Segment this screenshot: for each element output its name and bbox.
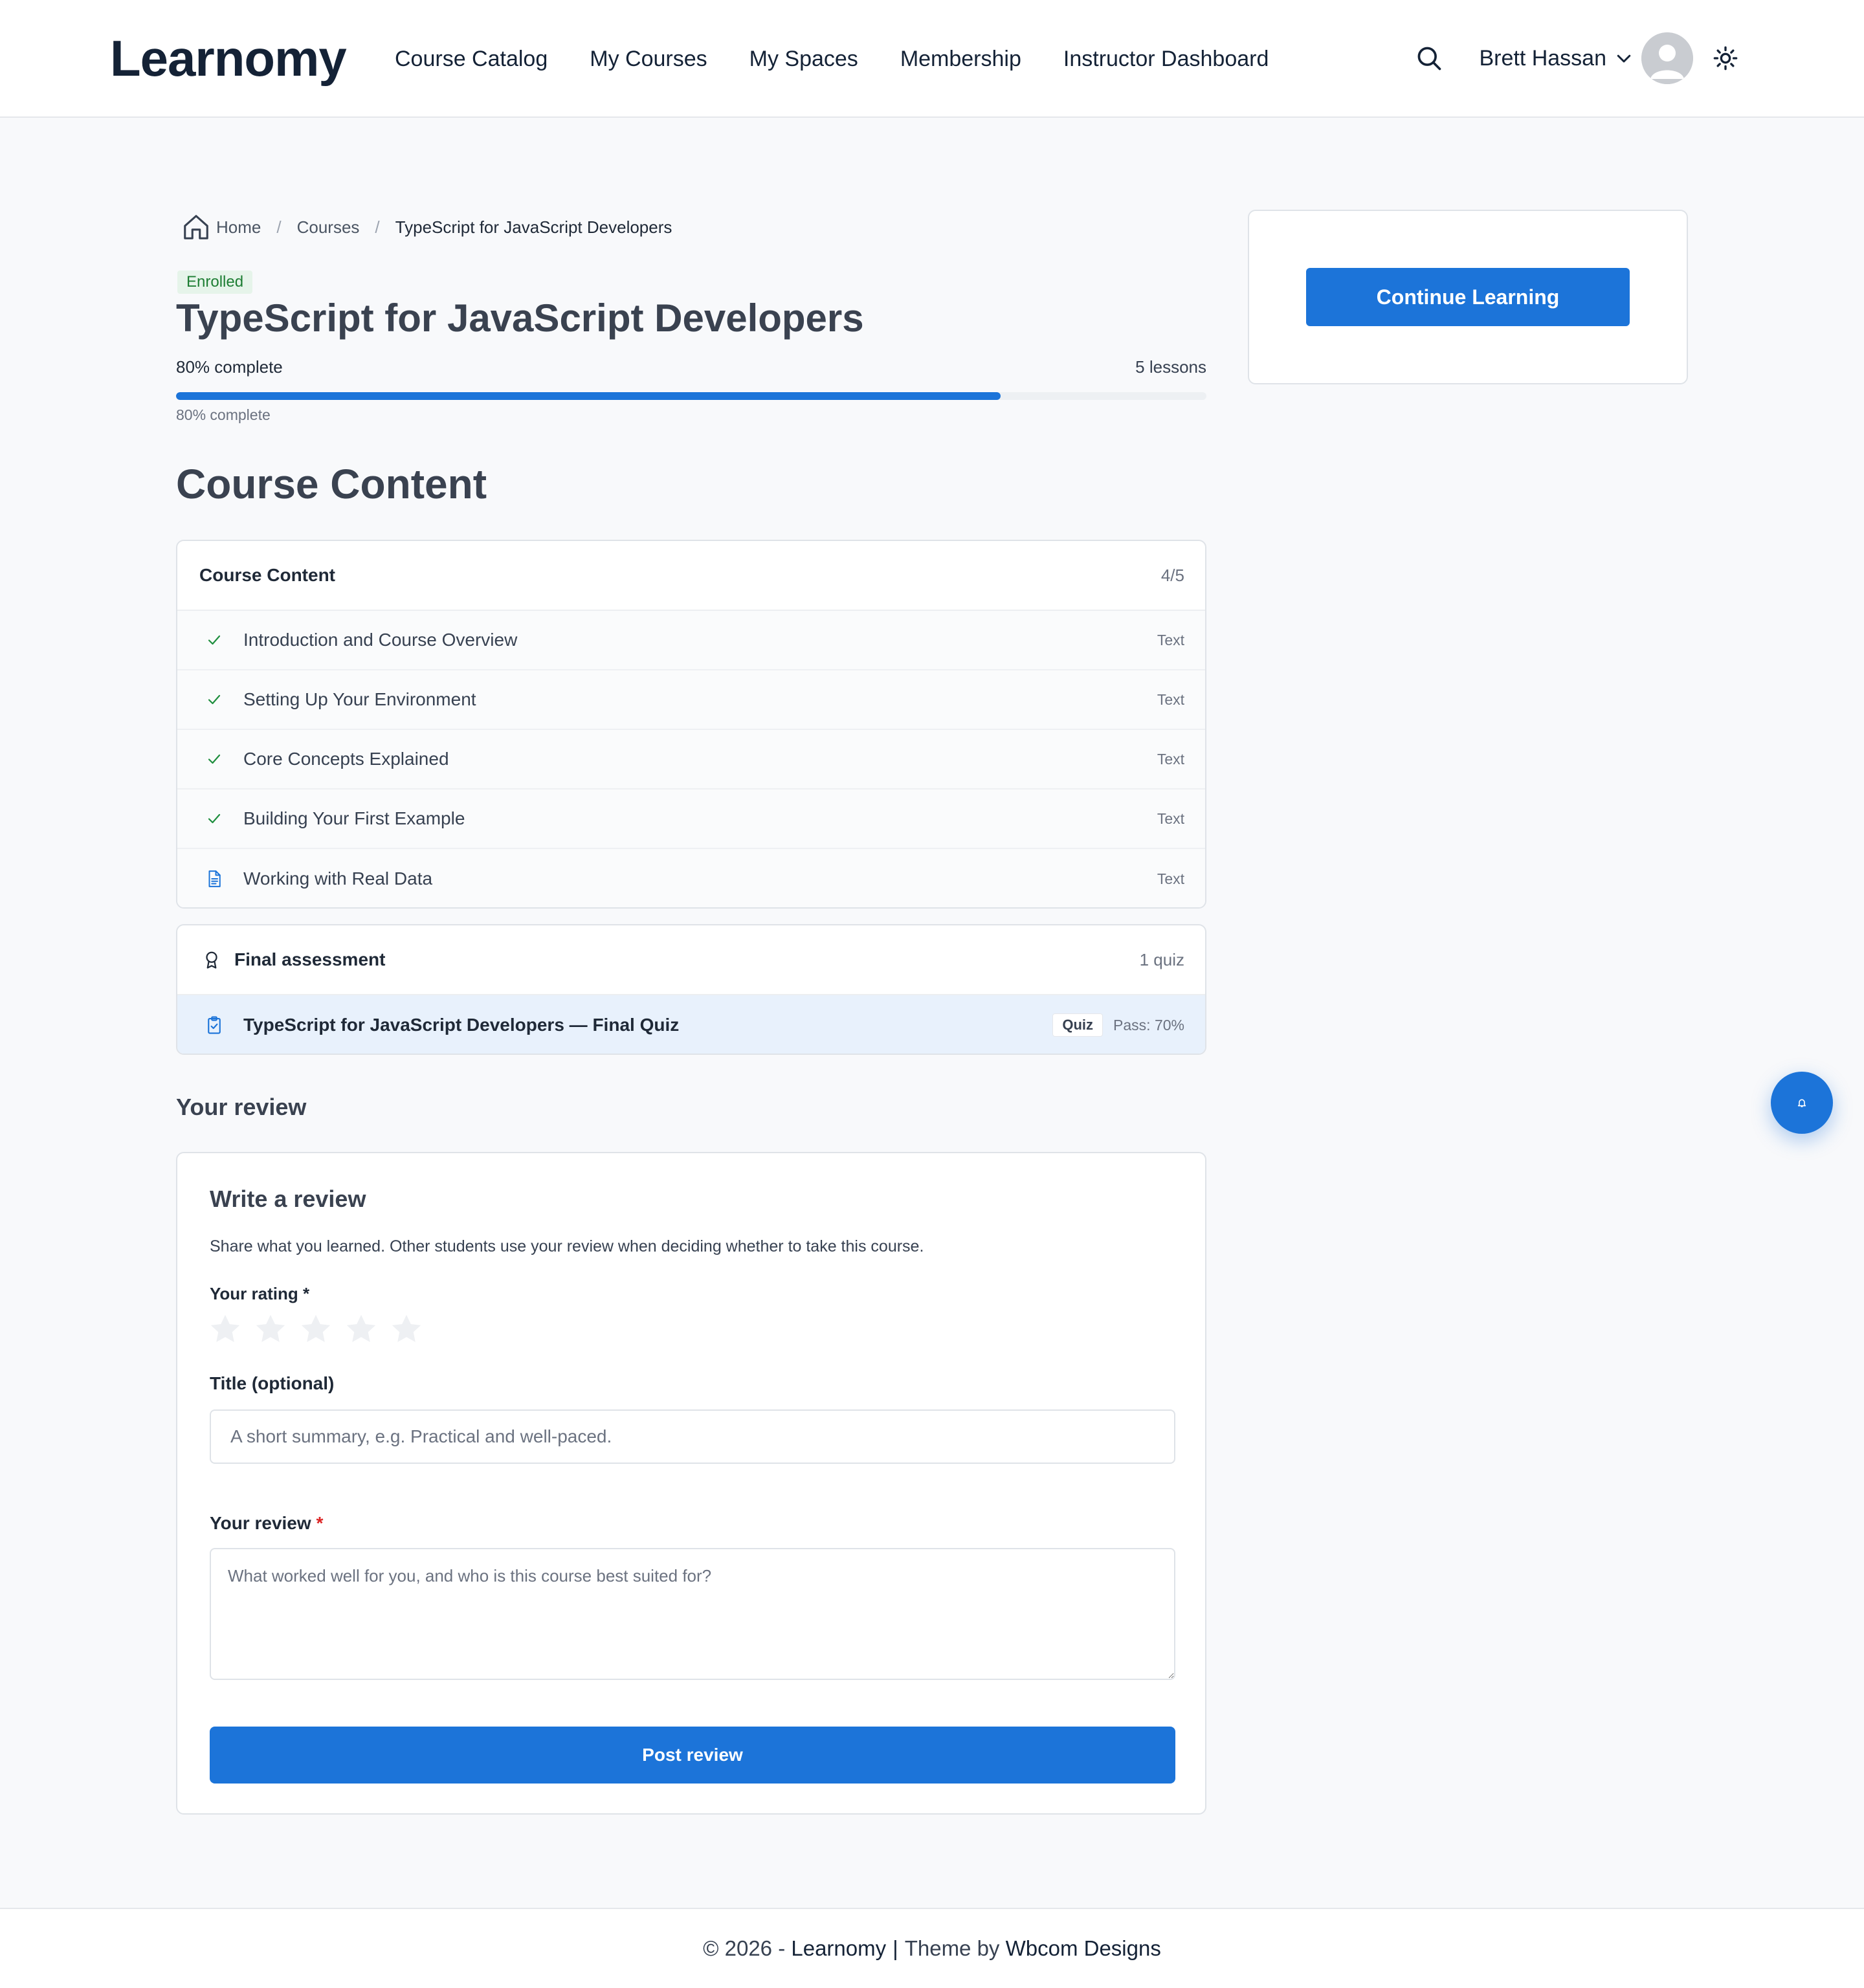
star-icon[interactable] (343, 1311, 379, 1347)
notification-fab[interactable] (1771, 1072, 1833, 1134)
quiz-type-badge: Quiz (1052, 1013, 1104, 1037)
lesson-row[interactable]: Building Your First Example Text (177, 790, 1205, 849)
check-icon (203, 808, 225, 830)
review-title-input[interactable] (210, 1409, 1175, 1464)
lesson-title: Introduction and Course Overview (243, 630, 518, 650)
nav-my-courses[interactable]: My Courses (590, 43, 707, 75)
star-icon[interactable] (207, 1311, 243, 1347)
award-icon (206, 951, 217, 969)
site-footer: © 2026 - Learnomy | Theme by Wbcom Desig… (0, 1908, 1864, 1988)
nav-course-catalog[interactable]: Course Catalog (395, 43, 548, 75)
header-actions: Brett Hassan (1413, 31, 1741, 85)
footer-copyright: © 2026 - (703, 1936, 792, 1960)
lessons-count: 5 lessons (1135, 357, 1206, 377)
user-name: Brett Hassan (1479, 45, 1606, 71)
quiz-row[interactable]: TypeScript for JavaScript Developers — F… (177, 995, 1205, 1054)
breadcrumb-home[interactable]: Home (216, 217, 261, 237)
search-button[interactable] (1413, 42, 1445, 74)
check-icon (203, 629, 225, 651)
star-icon[interactable] (298, 1311, 334, 1347)
final-assessment-header: Final assessment 1 quiz (177, 925, 1205, 995)
user-silhouette-icon (1641, 32, 1693, 84)
footer-theme-author-link[interactable]: Wbcom Designs (1006, 1936, 1161, 1961)
chevron-down-icon (1617, 54, 1631, 63)
breadcrumb-separator: / (375, 217, 380, 237)
nav-instructor-dashboard[interactable]: Instructor Dashboard (1063, 43, 1269, 75)
course-title: TypeScript for JavaScript Developers (176, 296, 864, 340)
check-icon (203, 689, 225, 711)
document-icon (203, 868, 225, 890)
progress-bar (176, 392, 1206, 400)
enrolled-badge: Enrolled (177, 271, 253, 294)
review-body-label: Your review * (210, 1513, 323, 1534)
breadcrumb-separator: / (276, 217, 282, 237)
lesson-type: Text (1157, 750, 1184, 768)
required-mark: * (316, 1513, 324, 1533)
progress-fill (176, 392, 1001, 400)
footer-theme-prefix: Theme by (904, 1936, 1006, 1960)
progress-subtext: 80% complete (176, 406, 271, 423)
breadcrumb-current: TypeScript for JavaScript Developers (395, 217, 672, 237)
final-assessment-title: Final assessment (234, 949, 386, 969)
write-review-title: Write a review (210, 1186, 366, 1212)
home-icon (184, 215, 208, 239)
search-icon (1418, 47, 1441, 71)
lesson-row[interactable]: Introduction and Course Overview Text (177, 611, 1205, 670)
lesson-row[interactable]: Core Concepts Explained Text (177, 730, 1205, 790)
site-header: Learnomy Course Catalog My Courses My Sp… (0, 0, 1864, 118)
course-content-header: Course Content 4/5 (177, 541, 1205, 611)
progress-label: 80% complete (176, 357, 283, 377)
site-logo[interactable]: Learnomy (110, 26, 347, 91)
review-body-label-text: Your review (210, 1513, 311, 1533)
footer-separator: | (893, 1936, 898, 1960)
star-icon[interactable] (388, 1311, 425, 1347)
write-review-description: Share what you learned. Other students u… (210, 1237, 924, 1255)
lesson-row[interactable]: Working with Real Data Text (177, 849, 1205, 907)
star-rating[interactable] (207, 1311, 425, 1347)
course-content-heading: Course Content (176, 461, 487, 507)
final-assessment-meta: 1 quiz (1139, 949, 1184, 969)
avatar[interactable] (1641, 32, 1693, 84)
quiz-title: TypeScript for JavaScript Developers — F… (243, 1015, 680, 1035)
review-body-textarea[interactable] (210, 1548, 1175, 1680)
user-menu[interactable]: Brett Hassan (1479, 32, 1693, 84)
review-form-card: Write a review Share what you learned. O… (176, 1152, 1206, 1815)
main-nav: Course Catalog My Courses My Spaces Memb… (395, 43, 1269, 75)
clipboard-check-icon (203, 1014, 225, 1036)
continue-learning-button[interactable]: Continue Learning (1306, 268, 1630, 326)
breadcrumb: Home / Courses / TypeScript for JavaScri… (181, 211, 672, 243)
quiz-pass-mark: Pass: 70% (1113, 1016, 1184, 1033)
lesson-title: Setting Up Your Environment (243, 689, 476, 709)
nav-my-spaces[interactable]: My Spaces (749, 43, 858, 75)
final-assessment-card: Final assessment 1 quiz TypeScript for J… (176, 924, 1206, 1055)
breadcrumb-courses[interactable]: Courses (297, 217, 360, 237)
lesson-title: Core Concepts Explained (243, 749, 449, 769)
lesson-title: Working with Real Data (243, 868, 433, 889)
check-icon (203, 748, 225, 770)
nav-membership[interactable]: Membership (900, 43, 1021, 75)
theme-toggle[interactable] (1710, 43, 1741, 74)
footer-site-link[interactable]: Learnomy (791, 1936, 886, 1961)
star-icon[interactable] (252, 1311, 289, 1347)
course-content-count: 4/5 (1160, 565, 1184, 585)
final-assessment-title-group: Final assessment (199, 949, 385, 971)
sun-icon (1713, 46, 1738, 71)
bell-icon (1797, 1099, 1806, 1107)
your-review-heading: Your review (176, 1094, 307, 1120)
lesson-type: Text (1157, 690, 1184, 708)
course-content-card: Course Content 4/5 Introduction and Cour… (176, 540, 1206, 909)
course-content-card-title: Course Content (199, 565, 335, 585)
rating-label: Your rating * (210, 1284, 310, 1303)
course-sidebar-card: Continue Learning (1248, 210, 1688, 384)
lesson-type: Text (1157, 631, 1184, 648)
lesson-row[interactable]: Setting Up Your Environment Text (177, 670, 1205, 730)
lesson-type: Text (1157, 810, 1184, 827)
review-title-label: Title (optional) (210, 1373, 335, 1393)
post-review-button[interactable]: Post review (210, 1727, 1175, 1784)
lesson-type: Text (1157, 870, 1184, 887)
lesson-title: Building Your First Example (243, 808, 465, 828)
